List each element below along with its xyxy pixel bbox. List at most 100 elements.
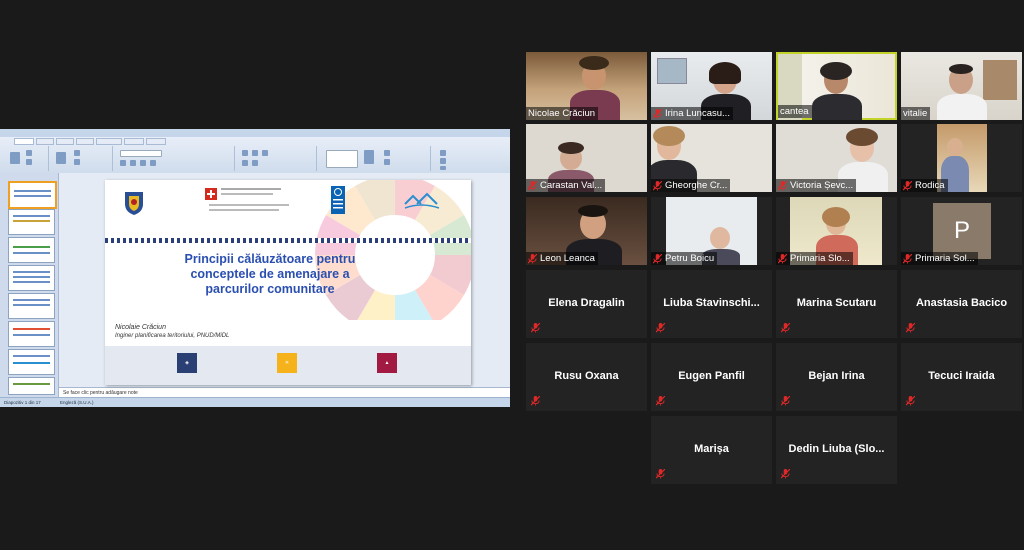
participant-tile[interactable]: Irina Luncasu... (651, 52, 772, 120)
slide-thumbnail-5[interactable] (8, 293, 55, 319)
participant-name: Irina Luncasu... (665, 108, 730, 119)
participant-tile[interactable]: Marișa (651, 416, 772, 484)
ribbon-tab-home (14, 138, 34, 145)
participant-name: Leon Leanca (540, 253, 595, 264)
slide-thumbnail-3[interactable] (8, 237, 55, 263)
slide-title: Principii călăuzătoare pentru conceptele… (184, 252, 356, 296)
participant-tile[interactable]: Marina Scutaru (776, 270, 897, 338)
participant-tile[interactable]: Bejan Irina (776, 343, 897, 411)
person-hair (653, 126, 685, 146)
mic-muted-icon (906, 396, 915, 406)
participant-name-bar: Carastan Val... (526, 179, 606, 192)
status-bar: Diapozitiv 1 din 17 Engleză (S.U.A.) (0, 397, 510, 407)
sdg-7-icon: ☀ (277, 353, 297, 373)
slide-author-role: Inginer planificarea teritoriului, PNUD/… (115, 333, 230, 339)
participant-tile[interactable]: Leon Leanca (526, 197, 647, 265)
mic-muted-icon (656, 469, 665, 479)
participant-name: Nicolae Crăciun (528, 108, 596, 119)
participant-name: Liuba Stavinschi... (663, 297, 760, 309)
participant-tile[interactable]: Liuba Stavinschi... (651, 270, 772, 338)
ribbon-tab-slideshow (96, 138, 122, 145)
participant-name: Elena Dragalin (548, 297, 625, 309)
participant-name: cantea (780, 106, 809, 117)
slide-thumbnail-2[interactable] (8, 209, 55, 235)
participant-tile[interactable]: Elena Dragalin (526, 270, 647, 338)
participant-name: Rusu Oxana (554, 370, 619, 382)
donor-text-lines (221, 188, 281, 190)
ribbon-group-font (114, 146, 235, 171)
mic-muted-icon (903, 180, 912, 190)
participant-name: Eugen Panfil (678, 370, 745, 382)
mic-muted-icon (653, 253, 662, 263)
slide-thumbnail-1[interactable] (8, 181, 57, 209)
ribbon-tab-view (146, 138, 166, 145)
language-indicator: Engleză (S.U.A.) (60, 400, 94, 405)
participant-tile[interactable]: Nicolae Crăciun (526, 52, 647, 120)
ribbon-group-editing (432, 146, 492, 171)
participant-tile[interactable]: P Primaria Sol... (901, 197, 1022, 265)
participant-name-bar: Leon Leanca (526, 252, 598, 265)
participant-tile[interactable]: Rusu Oxana (526, 343, 647, 411)
ribbon-tab-insert (36, 138, 54, 145)
slide-thumbnail-4[interactable] (8, 265, 55, 291)
participant-name: Primaria Slo... (790, 253, 850, 264)
donor-text-lines-4 (209, 209, 279, 211)
slide-thumbnail-6[interactable] (8, 321, 55, 347)
participant-tile-active-speaker[interactable]: cantea (776, 52, 897, 120)
swiss-cross-logo (205, 188, 217, 200)
decorative-strip (105, 238, 471, 243)
participant-name-bar: Petru Boicu (651, 252, 718, 265)
ribbon-group-drawing (318, 146, 431, 171)
person-hair (822, 207, 850, 227)
ribbon-tab-animations (76, 138, 94, 145)
participant-tile[interactable]: Primaria Slo... (776, 197, 897, 265)
person-head (947, 138, 963, 156)
participant-name: Bejan Irina (808, 370, 865, 382)
person-hair (820, 62, 852, 80)
person-hair (709, 62, 741, 84)
participant-name: Petru Boicu (665, 253, 715, 264)
person-hair (949, 64, 973, 74)
notes-pane[interactable]: Se face clic pentru adăugare note (59, 387, 510, 397)
participant-tile[interactable]: Gheorghe Cr... (651, 124, 772, 192)
participant-tile[interactable]: Carastan Val... (526, 124, 647, 192)
mic-muted-icon (653, 180, 662, 190)
wall-picture (657, 58, 687, 84)
mic-muted-icon (906, 323, 915, 333)
avatar-initial: P (933, 203, 991, 259)
participant-tile[interactable]: Eugen Panfil (651, 343, 772, 411)
participant-name-bar: Gheorghe Cr... (651, 179, 731, 192)
participant-name-bar: Irina Luncasu... (651, 107, 733, 120)
participant-tile[interactable]: Anastasia Bacico (901, 270, 1022, 338)
participant-tile[interactable]: vitalie (901, 52, 1022, 120)
participant-tile[interactable]: Petru Boicu (651, 197, 772, 265)
participant-tile[interactable]: Rodica (901, 124, 1022, 192)
ribbon-tab-design (56, 138, 74, 145)
person-head (710, 227, 730, 249)
participant-name-bar: vitalie (901, 107, 931, 120)
coat-of-arms-logo (125, 192, 143, 215)
participant-name-bar: cantea (778, 105, 812, 118)
mic-muted-icon (903, 253, 912, 263)
participant-name: vitalie (903, 108, 928, 119)
slide-author: Nicolaie Crăciun (115, 324, 166, 331)
participant-tile[interactable]: Victoria Șevc... (776, 124, 897, 192)
bookshelf (983, 60, 1017, 100)
mic-muted-icon (528, 253, 537, 263)
participant-name: Primaria Sol... (915, 253, 975, 264)
person-hair (846, 128, 878, 146)
mic-muted-icon (656, 323, 665, 333)
participant-name: Marina Scutaru (796, 297, 877, 309)
slide-thumbnail-8[interactable] (8, 377, 55, 395)
sdg-11-icon: ◈ (177, 353, 197, 373)
participant-tile[interactable]: Dedin Liuba (Slo... (776, 416, 897, 484)
ribbon-tab-review (124, 138, 144, 145)
donor-text-lines-3 (209, 204, 289, 206)
mic-muted-icon (778, 253, 787, 263)
participant-name: Carastan Val... (540, 180, 603, 191)
slide-thumbnail-7[interactable] (8, 349, 55, 375)
participant-tile[interactable]: Tecuci Iraida (901, 343, 1022, 411)
donor-text-lines-2 (221, 193, 273, 195)
participant-name: Dedin Liuba (Slo... (788, 443, 885, 455)
participant-name: Anastasia Bacico (915, 297, 1008, 309)
